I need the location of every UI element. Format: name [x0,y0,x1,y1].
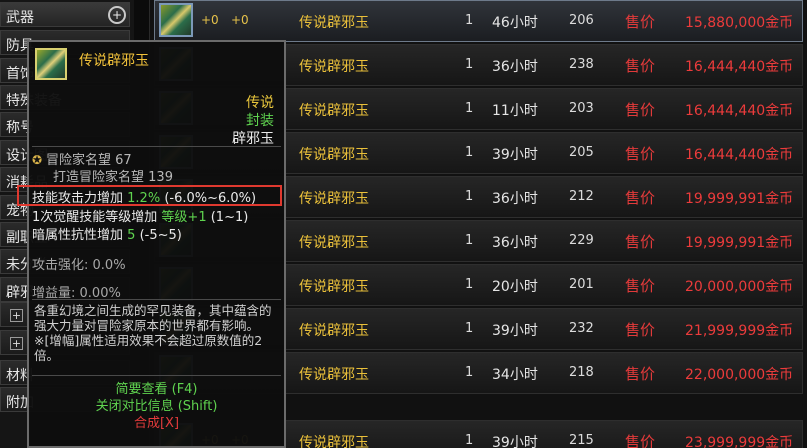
item-price: 22,000,000金币 [685,367,794,383]
item-name: 传说辟邪玉 [299,279,369,295]
stat1-range: (-6.0%~6.0%) [164,191,257,206]
price-label: 售价 [625,13,656,31]
stat3-value: 5 [127,228,136,243]
bid-count: 238 [569,57,594,72]
remaining-time: 39小时 [492,323,538,339]
price-label: 售价 [625,145,656,163]
item-price: 16,444,440金币 [685,103,794,119]
attack-enhance-line: 攻击强化: 0.0% [32,254,278,273]
auction-row[interactable]: +0 +0 传说辟邪玉 1 46小时 206 售价 15,880,000金币 [154,0,803,42]
stat2-range: (1~1) [210,210,249,225]
item-price: 19,999,991金币 [685,235,794,251]
bid-count: 232 [569,321,594,336]
expand-icon[interactable]: + [10,337,23,350]
item-price: 16,444,440金币 [685,59,794,75]
price-label: 售价 [625,365,656,383]
item-price: 23,999,999金币 [685,435,794,448]
bid-count: 203 [569,101,594,116]
remaining-time: 39小时 [492,435,538,448]
item-name: 传说辟邪玉 [299,59,369,75]
remaining-time: 36小时 [492,191,538,207]
bid-count: 218 [569,365,594,380]
price-label: 售价 [625,321,656,339]
refine-value: +0 [201,13,219,27]
tooltip-rarity: 传说 [246,95,274,111]
stat2-value: 等级+1 [161,210,207,225]
attack-enhance-label: 攻击强化: [32,258,89,273]
item-price: 20,000,000金币 [685,279,794,295]
item-quantity: 1 [465,365,474,380]
item-quantity: 1 [465,321,474,336]
bid-count: 206 [569,13,594,28]
stat3-range: (-5~5) [139,228,182,243]
remaining-time: 39小时 [492,147,538,163]
enhance-value: +0 [231,13,249,27]
item-name: 传说辟邪玉 [299,147,369,163]
fame-medal-icon: ✪ [32,153,43,167]
item-quantity: 1 [465,101,474,116]
bid-count: 212 [569,189,594,204]
item-description: 各重幻境之间生成的罕见装备，其中蕴含的强大力量对冒险家原本的世界都有影响。※[增… [34,303,272,363]
price-label: 售价 [625,101,656,119]
tooltip-item-type: 辟邪玉 [232,131,274,147]
forge-fame-line: 打造冒险家名望 139 [53,166,278,185]
attack-enhance-value: 0.0% [92,258,126,273]
forge-fame-value: 139 [148,170,173,185]
item-quantity: 1 [465,189,474,204]
zoom-in-icon[interactable]: + [108,6,126,24]
remaining-time: 34小时 [492,367,538,383]
price-label: 售价 [625,233,656,251]
item-name: 传说辟邪玉 [299,103,369,119]
jade-icon [35,48,67,80]
item-price: 19,999,991金币 [685,191,794,207]
stat-line-awakening: 1次觉醒技能等级增加 等级+1 (1~1) [32,206,278,225]
remaining-time: 36小时 [492,235,538,251]
stat3-label: 暗属性抗性增加 [32,228,124,243]
price-label: 售价 [625,277,656,295]
item-quantity: 1 [465,233,474,248]
item-name: 传说辟邪玉 [299,15,369,31]
item-quantity: 1 [465,145,474,160]
synthesize-hint[interactable]: 合成[X] [29,412,284,431]
bid-count: 205 [569,145,594,160]
item-name: 传说辟邪玉 [299,323,369,339]
stat-line-skill-attack: 技能攻击力增加 1.2% (-6.0%~6.0%) [32,187,278,206]
forge-fame-label: 打造冒险家名望 [53,170,145,185]
jade-icon [159,3,193,37]
remaining-time: 46小时 [492,15,538,31]
category-item[interactable]: 武器 + [0,2,130,27]
divider [32,146,281,147]
item-name: 传说辟邪玉 [299,235,369,251]
stat1-value: 1.2% [127,191,161,206]
item-name: 传说辟邪玉 [299,435,369,448]
item-quantity: 1 [465,433,474,448]
item-price: 15,880,000金币 [685,15,794,31]
stat1-label: 技能攻击力增加 [32,191,124,206]
stat2-label: 1次觉醒技能等级增加 [32,210,158,225]
item-quantity: 1 [465,277,474,292]
divider [32,299,281,300]
bid-count: 215 [569,433,594,448]
tooltip-bind-status: 封装 [246,113,274,129]
price-label: 售价 [625,433,656,448]
item-name: 传说辟邪玉 [299,367,369,383]
stat-line-dark-resist: 暗属性抗性增加 5 (-5~5) [32,224,278,243]
item-tooltip: 传说辟邪玉 传说 封装 辟邪玉 ✪ 冒险家名望 67 打造冒险家名望 139 技能… [17,40,286,448]
remaining-time: 20小时 [492,279,538,295]
item-quantity: 1 [465,57,474,72]
bid-count: 201 [569,277,594,292]
price-label: 售价 [625,57,656,75]
item-price: 21,999,999金币 [685,323,794,339]
expand-icon[interactable]: + [10,309,23,322]
divider [32,375,281,376]
item-name: 传说辟邪玉 [299,191,369,207]
price-label: 售价 [625,189,656,207]
remaining-time: 36小时 [492,59,538,75]
item-price: 16,444,440金币 [685,147,794,163]
category-label: 武器 [6,10,34,26]
bid-count: 229 [569,233,594,248]
item-quantity: 1 [465,13,474,28]
remaining-time: 11小时 [492,103,538,119]
tooltip-item-name: 传说辟邪玉 [79,53,149,69]
